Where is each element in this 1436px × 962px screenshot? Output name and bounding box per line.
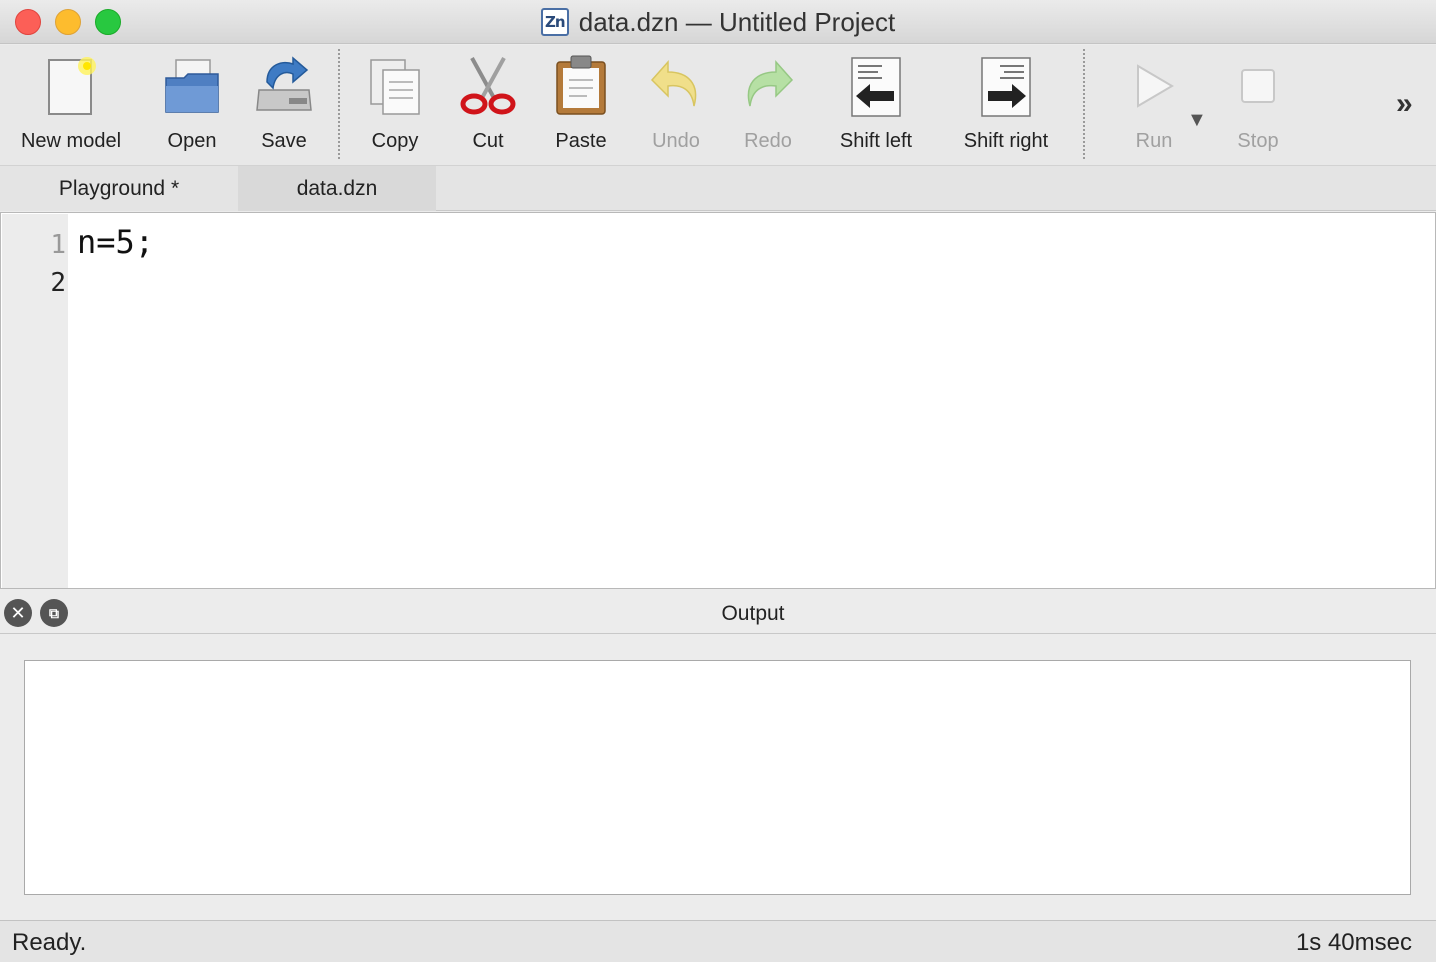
shift-left-icon [844,50,908,122]
cut-label: Cut [472,130,504,152]
undo-button[interactable]: Undo [644,45,708,166]
clipboard-icon [549,50,613,122]
output-panel-title: Output [721,602,785,625]
undo-arrow-icon [644,50,708,122]
shift-left-label: Shift left [839,130,913,152]
title-bar: Zn data.dzn — Untitled Project [0,0,1436,44]
toolbar: New model Open Save Copy Cut Paste Undo … [0,45,1436,166]
open-label: Open [167,130,217,152]
run-dropdown-chevron-down-icon[interactable]: ▼ [1187,109,1207,132]
copy-icon [363,50,427,122]
line-number: 2 [50,268,66,298]
paste-label: Paste [555,130,607,152]
line-number: 1 [50,230,66,260]
editor-tab-bar: Playground * data.dzn [0,166,1436,211]
stop-button[interactable]: Stop [1228,45,1288,166]
redo-button[interactable]: Redo [736,45,800,166]
redo-arrow-icon [736,50,800,122]
undo-label: Undo [652,130,700,152]
status-message: Ready. [12,929,87,956]
redo-label: Redo [744,130,792,152]
copy-label: Copy [371,130,419,152]
shift-right-button[interactable]: Shift right [952,45,1060,166]
code-line[interactable]: n=5; [77,223,154,261]
status-bar: Ready. 1s 40msec [0,920,1436,962]
tab-playground[interactable]: Playground * [0,166,238,211]
output-dock-header: ✕ ⧉ Output [0,594,1436,634]
save-label: Save [261,130,307,152]
tab-data-dzn[interactable]: data.dzn [238,166,436,211]
save-disk-icon [252,50,316,122]
copy-button[interactable]: Copy [360,45,430,166]
elapsed-time: 1s 40msec [1295,929,1412,956]
window-title-group: Zn data.dzn — Untitled Project [0,0,1436,44]
shift-left-button[interactable]: Shift left [830,45,922,166]
run-button[interactable]: Run [1124,45,1184,166]
toolbar-overflow-icon[interactable]: » [1396,87,1413,121]
open-folder-icon [160,50,224,122]
toolbar-separator [338,49,340,159]
line-number-gutter: 1 2 [2,214,68,588]
save-button[interactable]: Save [250,45,318,166]
open-button[interactable]: Open [158,45,226,166]
paste-button[interactable]: Paste [546,45,616,166]
new-model-label: New model [20,130,122,152]
window-title: data.dzn — Untitled Project [578,6,896,37]
cut-button[interactable]: Cut [456,45,520,166]
output-text-area[interactable] [24,660,1411,895]
stop-label: Stop [1237,130,1279,152]
tab-label: Playground * [58,176,180,200]
scissors-icon [456,50,520,122]
toolbar-separator [1083,49,1085,159]
code-editor[interactable]: 1 2 n=5; [0,212,1436,589]
shift-right-icon [974,50,1038,122]
play-icon [1122,50,1186,122]
new-model-button[interactable]: New model [14,45,128,166]
tab-label: data.dzn [296,176,378,200]
shift-right-label: Shift right [963,130,1049,152]
new-document-icon [39,50,103,122]
stop-icon [1226,50,1290,122]
minizinc-app-icon: Zn [540,8,569,36]
run-label: Run [1135,130,1173,152]
